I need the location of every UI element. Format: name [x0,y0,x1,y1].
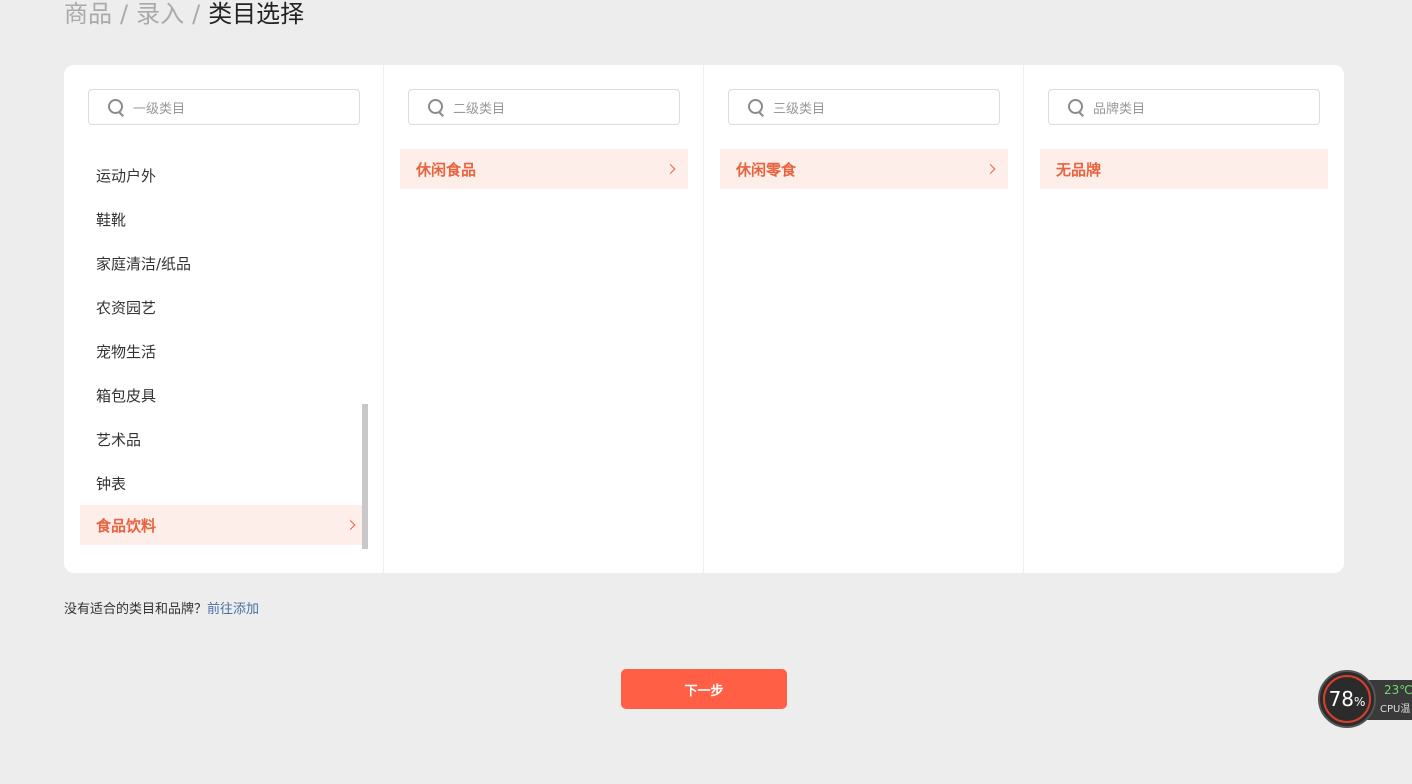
list-item[interactable]: 箱包皮具 [80,373,368,417]
level1-category-column: 一级类目 运动户外 鞋靴 家庭清洁/纸品 农资园艺 宠物生活 箱包皮具 艺术品 … [64,65,384,573]
cpu-monitor-widget[interactable]: 23℃ CPU温 78% [1316,669,1412,729]
cpu-temperature: 23℃ [1384,683,1412,697]
brand-category-list: 无品牌 [1040,149,1328,189]
level1-search-input[interactable]: 一级类目 [88,89,360,125]
search-icon [1068,99,1086,117]
selected-label: 休闲食品 [416,160,477,179]
chevron-right-icon [985,164,996,174]
list-item[interactable]: 艺术品 [80,417,368,461]
chevron-right-icon [665,164,676,174]
level3-category-column: 三级类目 休闲零食 [704,65,1024,573]
list-item[interactable]: 钟表 [80,461,368,505]
list-item-selected[interactable]: 休闲零食 [720,149,1008,189]
list-item[interactable]: 宠物生活 [80,329,368,373]
breadcrumb-separator: / [120,0,129,28]
cpu-percent-number: 78 [1328,687,1355,711]
category-selector-card: 一级类目 运动户外 鞋靴 家庭清洁/纸品 农资园艺 宠物生活 箱包皮具 艺术品 … [64,65,1344,573]
level1-category-list: 运动户外 鞋靴 家庭清洁/纸品 农资园艺 宠物生活 箱包皮具 艺术品 钟表 食品… [80,153,368,545]
cpu-percent-unit: % [1354,695,1366,709]
list-item[interactable]: 鞋靴 [80,197,368,241]
cpu-label: CPU温 [1380,704,1411,715]
missing-category-hint: 没有适合的类目和品牌？前往添加 [64,598,259,617]
list-item-selected[interactable]: 食品饮料 [80,505,368,545]
list-item-selected[interactable]: 休闲食品 [400,149,688,189]
brand-search-input[interactable]: 品牌类目 [1048,89,1320,125]
level3-search-input[interactable]: 三级类目 [728,89,1000,125]
brand-search-placeholder: 品牌类目 [1093,101,1146,117]
brand-category-column: 品牌类目 无品牌 [1024,65,1344,573]
breadcrumb-item-entry[interactable]: 录入 [136,0,184,30]
chevron-right-icon [345,520,356,530]
add-category-link[interactable]: 前往添加 [207,602,259,617]
next-step-button[interactable]: 下一步 [621,669,787,709]
list-item[interactable]: 家庭清洁/纸品 [80,241,368,285]
breadcrumb-separator: / [192,0,201,28]
list-item-selected[interactable]: 无品牌 [1040,149,1328,189]
level3-category-list: 休闲零食 [720,149,1008,189]
level2-category-list: 休闲食品 [400,149,688,189]
search-icon [428,99,446,117]
level3-search-placeholder: 三级类目 [773,101,826,117]
cpu-usage-value: 78% [1329,687,1366,711]
breadcrumb: 商品 / 录入 / 类目选择 [64,0,304,30]
search-icon [108,99,126,117]
page-title: 类目选择 [208,0,305,28]
cpu-usage-gauge: 78% [1318,670,1376,728]
hint-text: 没有适合的类目和品牌？ [64,602,208,617]
level1-search-placeholder: 一级类目 [133,101,186,117]
scrollbar[interactable] [362,404,368,549]
list-item[interactable]: 农资园艺 [80,285,368,329]
selected-label: 休闲零食 [736,160,797,179]
level2-search-input[interactable]: 二级类目 [408,89,680,125]
selected-label: 食品饮料 [96,516,157,535]
list-item[interactable]: 运动户外 [80,153,368,197]
level2-category-column: 二级类目 休闲食品 [384,65,704,573]
selected-label: 无品牌 [1056,160,1102,179]
breadcrumb-item-goods[interactable]: 商品 [64,0,112,30]
search-icon [748,99,766,117]
level2-search-placeholder: 二级类目 [453,101,506,117]
